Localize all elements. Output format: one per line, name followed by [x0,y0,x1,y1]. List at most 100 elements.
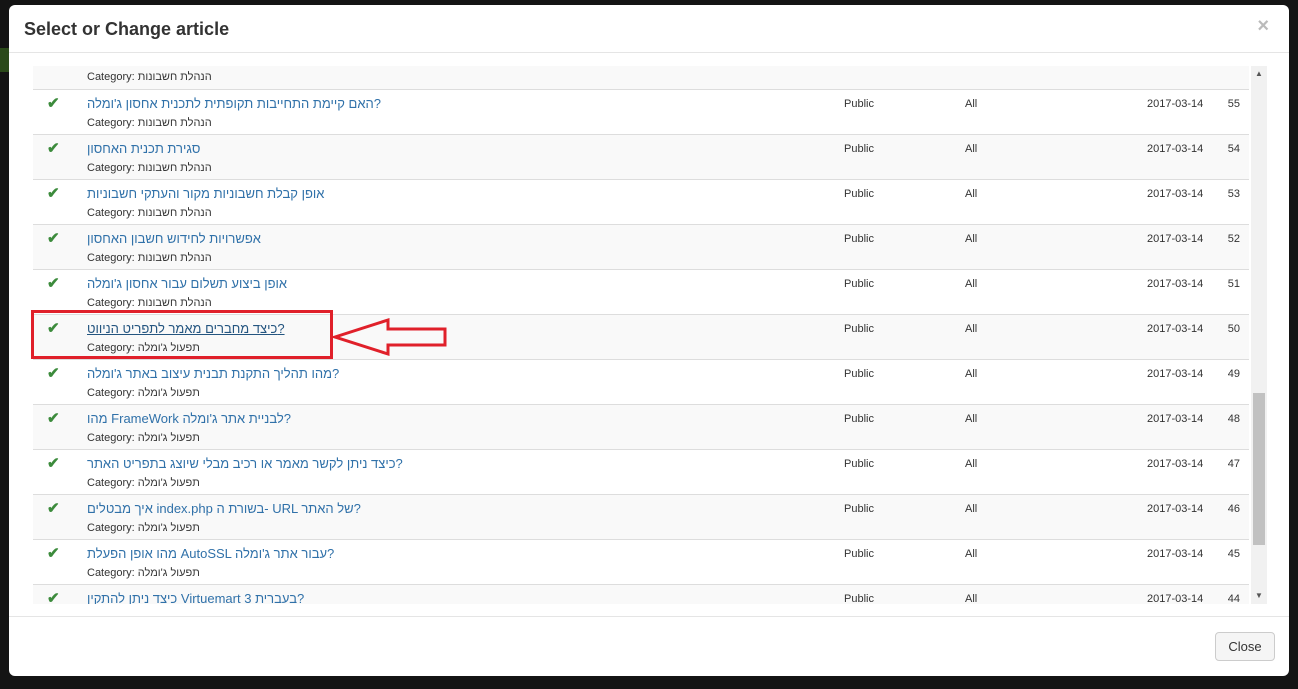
published-check-icon[interactable]: ✔ [47,454,60,472]
article-id: 46 [1227,503,1240,515]
scrollbar[interactable]: ▲ ▼ [1251,66,1267,604]
category-value: תפעול ג'ומלה [137,522,200,534]
article-id: 53 [1227,188,1240,200]
table-row: ✔ מהו FrameWork לבניית אתר ג'ומלה? Categ… [33,404,1249,449]
category-value: הנהלת חשבונות [137,252,212,264]
date: 2017-03-14 [1147,278,1204,290]
category-label: Category: [87,117,138,129]
scroll-up-icon[interactable]: ▲ [1251,66,1267,82]
article-title-link[interactable]: אופן ביצוע תשלום עבור אחסון ג'ומלה [87,276,287,291]
table-row: Category: הנהלת חשבונות [33,66,1249,89]
category-value: תפעול ג'ומלה [137,432,200,444]
published-check-icon[interactable]: ✔ [47,184,60,202]
language: All [965,143,978,155]
modal-title: Select or Change article [24,19,230,39]
category-value: הנהלת חשבונות [137,162,212,174]
category-label: Category: [87,567,138,579]
table-row: ✔ כיצד ניתן לקשר מאמר או רכיב מבלי שיוצג… [33,449,1249,494]
access-level: Public [844,143,874,155]
article-title-link[interactable]: מהו אופן הפעלת AutoSSL עבור אתר ג'ומלה? [87,546,334,561]
published-check-icon[interactable]: ✔ [47,94,60,112]
article-title-link[interactable]: אופן קבלת חשבוניות מקור והעתקי חשבוניות [87,186,324,201]
modal-footer: Close [9,616,1289,676]
published-check-icon[interactable]: ✔ [47,589,60,604]
category-value: הנהלת חשבונות [137,71,212,83]
row-category: Category: הנהלת חשבונות [87,207,212,219]
table-row: ✔ מהו תהליך התקנת תבנית עיצוב באתר ג'ומל… [33,359,1249,404]
date: 2017-03-14 [1147,233,1204,245]
table-row: ✔ אפשרויות לחידוש חשבון האחסון Category:… [33,224,1249,269]
article-title-link[interactable]: כיצד ניתן להתקין Virtuemart 3 בעברית? [87,591,304,604]
language: All [965,413,978,425]
language: All [965,278,978,290]
access-level: Public [844,548,874,560]
published-check-icon[interactable]: ✔ [47,499,60,517]
category-label: Category: [87,387,138,399]
table-row: ✔ כיצד ניתן להתקין Virtuemart 3 בעברית? … [33,584,1249,604]
article-id: 50 [1227,323,1240,335]
highlight-box [31,310,333,359]
article-id: 55 [1227,98,1240,110]
annotation-arrow-icon [332,317,447,357]
row-category: Category: הנהלת חשבונות [87,71,212,83]
category-label: Category: [87,522,138,534]
article-id: 48 [1227,413,1240,425]
category-label: Category: [87,477,138,489]
access-level: Public [844,368,874,380]
modal-header: Select or Change article × [9,5,1289,53]
article-id: 52 [1227,233,1240,245]
article-title-link[interactable]: האם קיימת התחייבות תקופתית לתכנית אחסון … [87,96,381,111]
category-label: Category: [87,162,138,174]
article-title-link[interactable]: אפשרויות לחידוש חשבון האחסון [87,231,261,246]
date: 2017-03-14 [1147,458,1204,470]
table-row: ✔ סגירת תכנית האחסון Category: הנהלת חשב… [33,134,1249,179]
access-level: Public [844,233,874,245]
published-check-icon[interactable]: ✔ [47,139,60,157]
scroll-down-icon[interactable]: ▼ [1251,588,1267,604]
published-check-icon[interactable]: ✔ [47,544,60,562]
date: 2017-03-14 [1147,548,1204,560]
article-title-link[interactable]: מהו תהליך התקנת תבנית עיצוב באתר ג'ומלה? [87,366,339,381]
row-category: Category: הנהלת חשבונות [87,252,212,264]
scrollbar-thumb[interactable] [1253,393,1265,545]
row-category: Category: הנהלת חשבונות [87,297,212,309]
row-category: Category: תפעול ג'ומלה [87,522,200,534]
row-category: Category: הנהלת חשבונות [87,117,212,129]
access-level: Public [844,413,874,425]
date: 2017-03-14 [1147,188,1204,200]
row-category: Category: תפעול ג'ומלה [87,477,200,489]
access-level: Public [844,593,874,604]
published-check-icon[interactable]: ✔ [47,229,60,247]
category-value: תפעול ג'ומלה [137,477,200,489]
category-value: הנהלת חשבונות [137,297,212,309]
article-id: 49 [1227,368,1240,380]
access-level: Public [844,323,874,335]
article-id: 47 [1227,458,1240,470]
category-value: הנהלת חשבונות [137,117,212,129]
access-level: Public [844,458,874,470]
date: 2017-03-14 [1147,368,1204,380]
language: All [965,188,978,200]
date: 2017-03-14 [1147,98,1204,110]
article-title-link[interactable]: סגירת תכנית האחסון [87,141,200,156]
article-title-link[interactable]: איך מבטלים index.php בשורת ה- URL של האת… [87,501,361,516]
date: 2017-03-14 [1147,143,1204,155]
category-label: Category: [87,252,138,264]
published-check-icon[interactable]: ✔ [47,409,60,427]
article-title-link[interactable]: מהו FrameWork לבניית אתר ג'ומלה? [87,411,291,426]
row-category: Category: תפעול ג'ומלה [87,432,200,444]
close-button[interactable]: Close [1215,632,1275,661]
language: All [965,548,978,560]
article-title-link[interactable]: כיצד ניתן לקשר מאמר או רכיב מבלי שיוצג ב… [87,456,403,471]
table-row: ✔ מהו אופן הפעלת AutoSSL עבור אתר ג'ומלה… [33,539,1249,584]
category-value: תפעול ג'ומלה [137,567,200,579]
date: 2017-03-14 [1147,503,1204,515]
language: All [965,233,978,245]
language: All [965,323,978,335]
published-check-icon[interactable]: ✔ [47,364,60,382]
access-level: Public [844,98,874,110]
row-category: Category: הנהלת חשבונות [87,162,212,174]
category-label: Category: [87,71,138,83]
close-icon[interactable]: × [1257,15,1269,38]
published-check-icon[interactable]: ✔ [47,274,60,292]
